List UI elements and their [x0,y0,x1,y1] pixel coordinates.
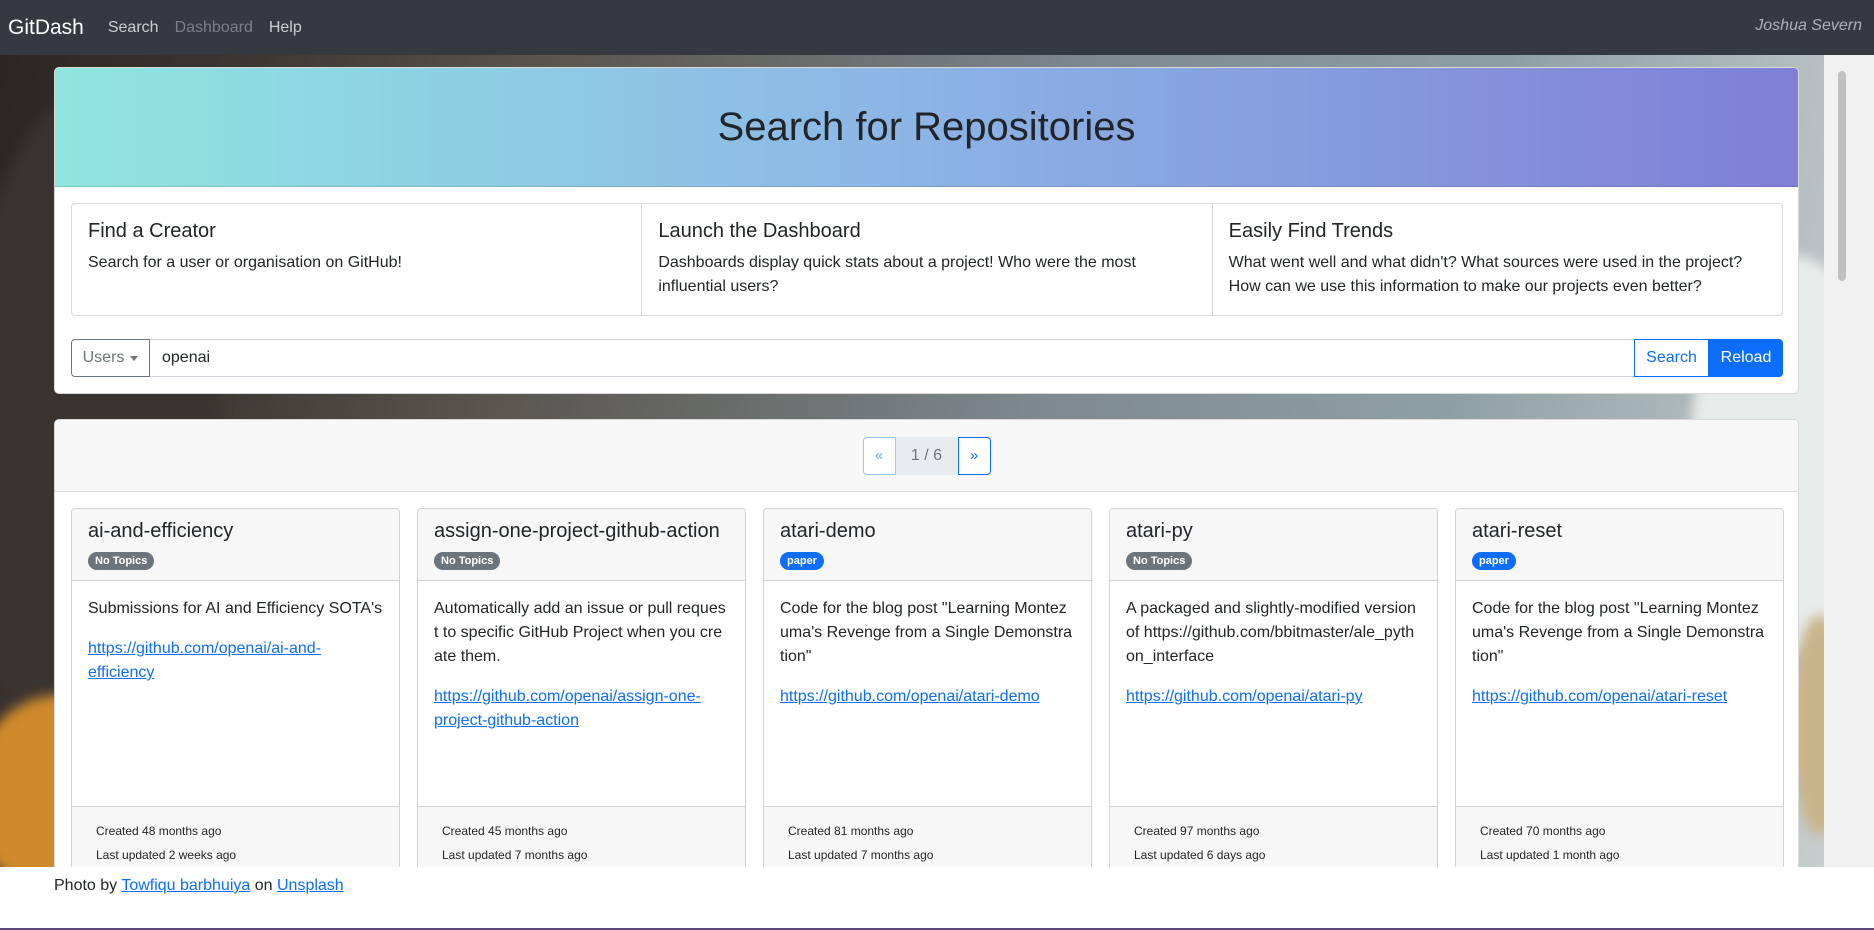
repo-created: Created 45 months ago [442,824,568,838]
hero-banner: Search for Repositories [55,68,1798,187]
repo-grid: ai-and-efficiency No Topics Submissions … [71,508,1784,898]
repo-description: Code for the blog post "Learning Montezu… [780,600,1073,665]
repo-description: A packaged and slightly-modified version… [1126,600,1416,665]
feature-text: What went well and what didn't? What sou… [1228,254,1743,295]
feature-title: Launch the Dashboard [658,220,861,242]
repo-name: atari-reset [1472,520,1563,542]
repo-card-body: Code for the blog post "Learning Montezu… [764,581,1091,725]
feature-find-trends: Easily Find Trends What went well and wh… [1213,204,1782,315]
repo-card: atari-demo paper Code for the blog post … [763,508,1092,898]
repo-name: assign-one-project-github-action [434,520,720,542]
repo-url-link[interactable]: https://github.com/openai/ai-and-efficie… [88,640,321,681]
pagination: « 1 / 6 » [862,436,991,475]
unsplash-link[interactable]: Unsplash [277,877,344,894]
feature-find-creator: Find a Creator Search for a user or orga… [72,204,643,315]
repo-updated: Last updated 7 months ago [788,848,934,862]
repo-created: Created 70 months ago [1480,824,1606,838]
feature-text: Search for a user or organisation on Git… [88,254,402,271]
caret-down-icon [130,355,139,361]
top-navbar: GitDash Search Dashboard Help Joshua Sev… [0,0,1874,55]
repo-card-body: Code for the blog post "Learning Montezu… [1456,581,1783,725]
topic-badge: paper [1472,552,1516,570]
search-hero-card: Search for Repositories Find a Creator S… [54,67,1799,394]
search-bar: Users Search Reload [71,339,1783,377]
scrollbar-thumb[interactable] [1838,71,1846,281]
topic-badge: No Topics [434,552,501,570]
credit-mid: on [254,877,273,894]
repo-updated: Last updated 6 days ago [1134,848,1266,862]
repo-card: assign-one-project-github-action No Topi… [417,508,746,898]
results-card: « 1 / 6 » ai-and-efficiency No Topics Su… [54,419,1799,899]
repo-card-header: assign-one-project-github-action No Topi… [418,509,745,581]
repo-card-header: atari-reset paper [1456,509,1783,581]
repo-card-header: atari-demo paper [764,509,1091,581]
repo-card-body: Automatically add an issue or pull reque… [418,581,745,749]
topic-badge: No Topics [1126,552,1193,570]
repo-description: Automatically add an issue or pull reque… [434,600,726,665]
repo-name: atari-demo [780,520,876,542]
repo-updated: Last updated 7 months ago [442,848,588,862]
repo-card-body: Submissions for AI and Efficiency SOTA's… [72,581,399,701]
repo-created: Created 81 months ago [788,824,914,838]
repo-url-link[interactable]: https://github.com/openai/atari-reset [1472,688,1727,705]
nav-link-dashboard: Dashboard [174,18,253,36]
search-type-label: Users [82,349,125,366]
repo-url-link[interactable]: https://github.com/openai/atari-demo [780,688,1040,705]
nav-link-search[interactable]: Search [108,19,159,37]
feature-title: Find a Creator [88,220,216,242]
next-page-button[interactable]: » [957,436,991,475]
repo-updated: Last updated 1 month ago [1480,848,1620,862]
reload-button[interactable]: Reload [1709,339,1783,377]
repo-card-header: ai-and-efficiency No Topics [72,509,399,581]
results-header: « 1 / 6 » [55,420,1798,492]
repo-name: ai-and-efficiency [88,520,234,542]
search-input[interactable] [150,339,1634,377]
repo-card-header: atari-py No Topics [1110,509,1437,581]
page-scrollbar[interactable] [1824,55,1874,867]
photo-credit-footer: Photo by Towfiqu barbhuiya on Unsplash [0,867,1874,930]
repo-url-link[interactable]: https://github.com/openai/atari-py [1126,688,1363,705]
repo-created: Created 97 months ago [1134,824,1260,838]
feature-text: Dashboards display quick stats about a p… [658,254,1136,295]
brand-logo[interactable]: GitDash [8,16,84,40]
page-indicator: 1 / 6 [895,436,958,475]
prev-page-button[interactable]: « [862,436,896,475]
repo-name: atari-py [1126,520,1193,542]
repo-description: Code for the blog post "Learning Montezu… [1472,600,1765,665]
repo-card: atari-reset paper Code for the blog post… [1455,508,1784,898]
search-button[interactable]: Search [1634,339,1709,377]
current-user-name: Joshua Severn [1755,17,1862,34]
page-title: Search for Repositories [717,104,1136,149]
nav-link-help[interactable]: Help [269,19,302,37]
photo-author-link[interactable]: Towfiqu barbhuiya [121,877,250,894]
repo-card: atari-py No Topics A packaged and slight… [1109,508,1438,898]
feature-list: Find a Creator Search for a user or orga… [71,203,1783,316]
topic-badge: paper [780,552,824,570]
repo-url-link[interactable]: https://github.com/openai/assign-one-pro… [434,688,701,729]
topic-badge: No Topics [88,552,155,570]
repo-description: Submissions for AI and Efficiency SOTA's [88,600,383,617]
repo-updated: Last updated 2 weeks ago [96,848,237,862]
credit-prefix: Photo by [54,877,118,894]
feature-title: Easily Find Trends [1228,220,1394,242]
feature-launch-dashboard: Launch the Dashboard Dashboards display … [642,204,1213,315]
search-type-dropdown[interactable]: Users [71,339,150,377]
repo-card: ai-and-efficiency No Topics Submissions … [71,508,400,898]
repo-card-body: A packaged and slightly-modified version… [1110,581,1437,725]
repo-created: Created 48 months ago [96,824,222,838]
